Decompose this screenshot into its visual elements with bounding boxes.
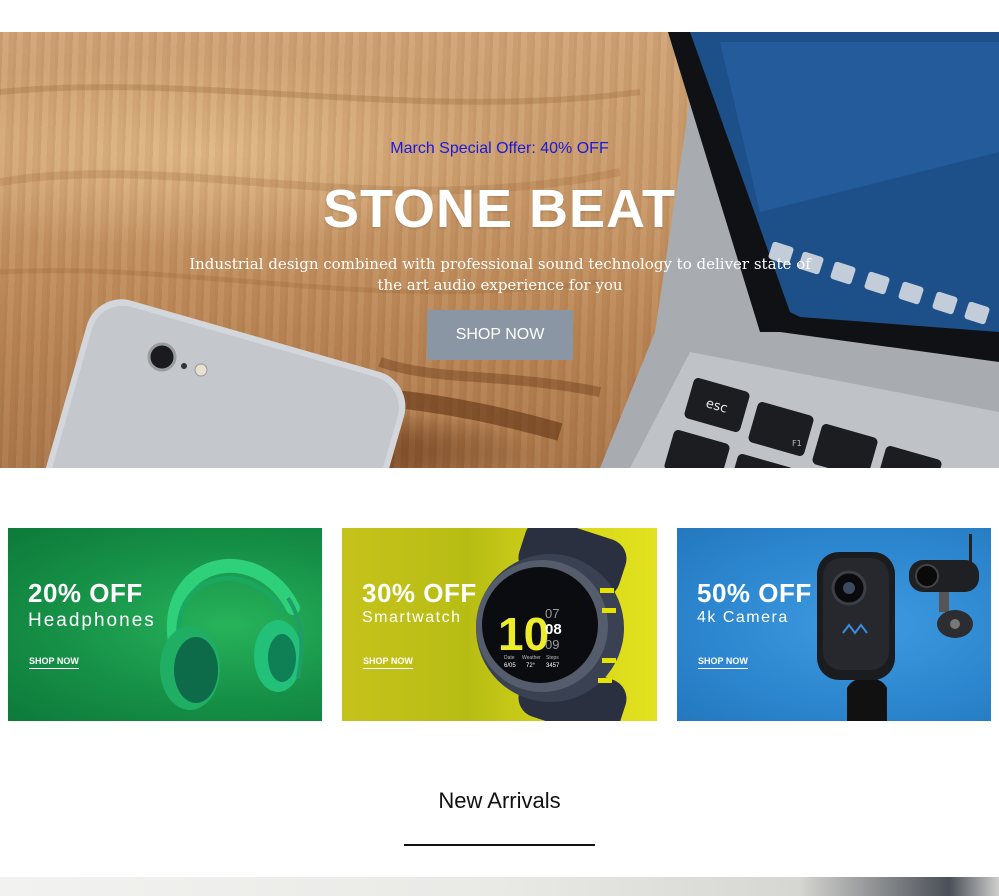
promo-product-name: Smartwatch [362,609,462,626]
watch-steps-value: 3457 [546,663,560,669]
watch-hour: 10 [498,608,549,660]
promo-shop-now-link[interactable]: SHOP NOW [29,656,79,669]
promo-discount: 30% OFF [362,578,477,608]
shop-now-button[interactable]: SHOP NOW [427,310,573,360]
watch-date-value: 6/05 [504,663,516,669]
promo-product-name: Headphones [28,610,156,631]
watch-steps-label: Steps [546,655,559,661]
special-offer-text: March Special Offer: 40% OFF [390,140,609,157]
watch-weather-value: 72° [526,663,536,669]
promo-card-camera[interactable]: 50% OFF 4k Camera SHOP NOW [677,528,991,721]
watch-date-label: Date [504,655,515,661]
watch-time-prev: 07 [545,606,559,621]
hero-title: STONE BEAT [322,179,677,239]
next-section-banner [0,877,999,896]
watch-minute: 08 [545,621,562,638]
promo-shop-now-link[interactable]: SHOP NOW [363,656,413,669]
hero-subtitle: Industrial design combined with professi… [189,255,811,294]
watch-time-next: 09 [545,637,559,652]
hero-content: March Special Offer: 40% OFF STONE BEAT … [0,32,999,468]
promo-card-headphones[interactable]: 20% OFF Headphones SHOP NOW [8,528,322,721]
promo-shop-now-link[interactable]: SHOP NOW [698,656,748,669]
promo-discount: 50% OFF [697,578,812,608]
new-arrivals-heading: New Arrivals [438,788,561,813]
promo-product-name: 4k Camera [697,609,789,626]
heading-underline [404,844,595,846]
promo-card-smartwatch[interactable]: 10 07 08 09 Date Weather Steps 6/05 72° … [342,528,657,721]
hero-banner: esc F1 March Special Offer: 40% OFF STON… [0,32,999,468]
watch-weather-label: Weather [522,655,541,661]
promo-discount: 20% OFF [28,578,143,608]
